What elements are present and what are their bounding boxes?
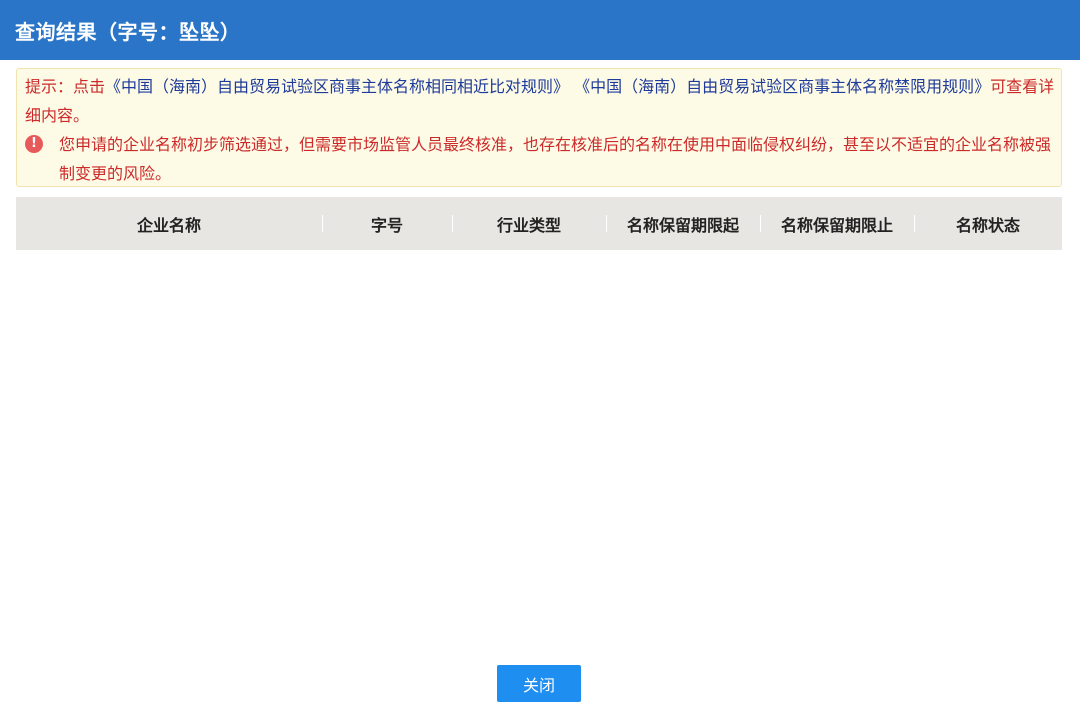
rule-link-similar-names[interactable]: 《中国（海南）自由贸易试验区商事主体名称相同相近比对规则》 [105,77,569,96]
tip-text: 提示：点击《中国（海南）自由贸易试验区商事主体名称相同相近比对规则》 《中国（海… [25,72,1055,130]
notice-box: 提示：点击《中国（海南）自由贸易试验区商事主体名称相同相近比对规则》 《中国（海… [16,68,1062,187]
rule-link-prohibited-names[interactable]: 《中国（海南）自由贸易试验区商事主体名称禁限用规则》 [574,77,990,96]
results-table-body [16,250,1062,650]
column-header-industry-type[interactable]: 行业类型 [452,197,606,250]
column-header-reservation-end[interactable]: 名称保留期限止 [760,197,914,250]
dialog-title: 查询结果（字号：坠坠） [15,19,241,44]
column-header-company-name[interactable]: 企业名称 [16,197,322,250]
column-header-reservation-start[interactable]: 名称保留期限起 [606,197,760,250]
dialog-title-bar: 查询结果（字号：坠坠） [0,0,1080,60]
column-header-trade-name[interactable]: 字号 [322,197,452,250]
warning-message: ! 您申请的企业名称初步筛选通过，但需要市场监管人员最终核准，也存在核准后的名称… [25,130,1055,188]
close-button[interactable]: 关闭 [497,665,581,702]
query-result-dialog: 查询结果（字号：坠坠） 提示：点击《中国（海南）自由贸易试验区商事主体名称相同相… [0,0,1080,715]
column-header-name-status[interactable]: 名称状态 [914,197,1062,250]
results-table-header: 企业名称 字号 行业类型 名称保留期限起 名称保留期限止 名称状态 [16,197,1062,250]
warning-text: 您申请的企业名称初步筛选通过，但需要市场监管人员最终核准，也存在核准后的名称在使… [59,135,1052,183]
exclamation-circle-icon: ! [25,135,43,153]
tip-prefix: 提示：点击 [25,77,106,96]
